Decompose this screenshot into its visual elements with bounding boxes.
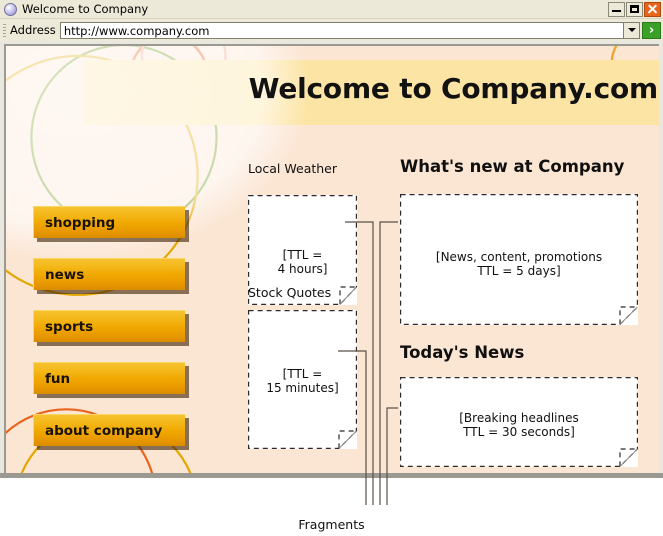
fragment-heading-todays-news: Today's News	[400, 343, 525, 362]
sidebar-item-label: news	[45, 266, 85, 283]
fragment-heading-local-weather: Local Weather	[248, 161, 338, 176]
close-button[interactable]	[644, 1, 661, 17]
page-title: Welcome to Company.com	[248, 72, 659, 105]
fragment-text-line2: 15 minutes]	[266, 381, 339, 395]
address-label: Address	[10, 23, 56, 37]
sidebar-item-shopping[interactable]: shopping	[33, 206, 185, 238]
minimize-icon	[612, 10, 621, 12]
maximize-button[interactable]	[626, 1, 643, 17]
sidebar-item-sports[interactable]: sports	[33, 310, 185, 342]
browser-window: Welcome to Company Address http://www.co…	[0, 0, 663, 478]
viewport-bottom-edge	[0, 473, 663, 478]
minimize-button[interactable]	[608, 1, 625, 17]
close-icon	[647, 4, 658, 15]
fragment-text-line1: [TTL =	[282, 248, 323, 262]
fragment-text-line1: [TTL =	[282, 367, 323, 381]
sidebar-nav: shopping news sports fun about company	[33, 206, 193, 466]
toolbar-grip[interactable]	[3, 23, 6, 37]
fragment-box-stock-quotes: [TTL = 15 minutes]	[248, 310, 357, 449]
page-viewport: Welcome to Company.com shopping news spo…	[4, 44, 659, 473]
fragment-box-todays-news: [Breaking headlines TTL = 30 seconds]	[400, 377, 638, 467]
fragment-box-whats-new: [News, content, promotions TTL = 5 days]	[400, 194, 638, 325]
fragment-text-line1: [Breaking headlines	[459, 411, 579, 425]
fragment-text-line1: [News, content, promotions	[435, 250, 603, 264]
address-input[interactable]: http://www.company.com	[59, 21, 624, 39]
window-title: Welcome to Company	[22, 2, 149, 16]
fragments-caption: Fragments	[298, 517, 365, 532]
address-dropdown-button[interactable]	[624, 21, 640, 39]
address-bar: Address http://www.company.com ›	[0, 19, 663, 41]
title-bar: Welcome to Company	[0, 0, 663, 19]
chevron-down-icon	[627, 28, 636, 32]
sidebar-item-about-company[interactable]: about company	[33, 414, 185, 446]
sidebar-item-label: fun	[45, 370, 71, 387]
fragment-heading-whats-new: What's new at Company	[400, 157, 625, 176]
sidebar-item-label: shopping	[45, 214, 116, 231]
sidebar-item-label: about company	[45, 422, 163, 439]
sidebar-item-label: sports	[45, 318, 94, 335]
go-button[interactable]: ›	[642, 21, 661, 39]
fragment-text-line2: TTL = 5 days]	[477, 264, 561, 278]
sidebar-item-news[interactable]: news	[33, 258, 185, 290]
sidebar-item-fun[interactable]: fun	[33, 362, 185, 394]
fragment-text-line2: TTL = 30 seconds]	[463, 425, 575, 439]
maximize-icon	[630, 5, 639, 13]
fragment-text-line2: 4 hours]	[277, 262, 328, 276]
globe-icon	[4, 2, 17, 16]
fragment-heading-stock-quotes: Stock Quotes	[248, 285, 332, 300]
